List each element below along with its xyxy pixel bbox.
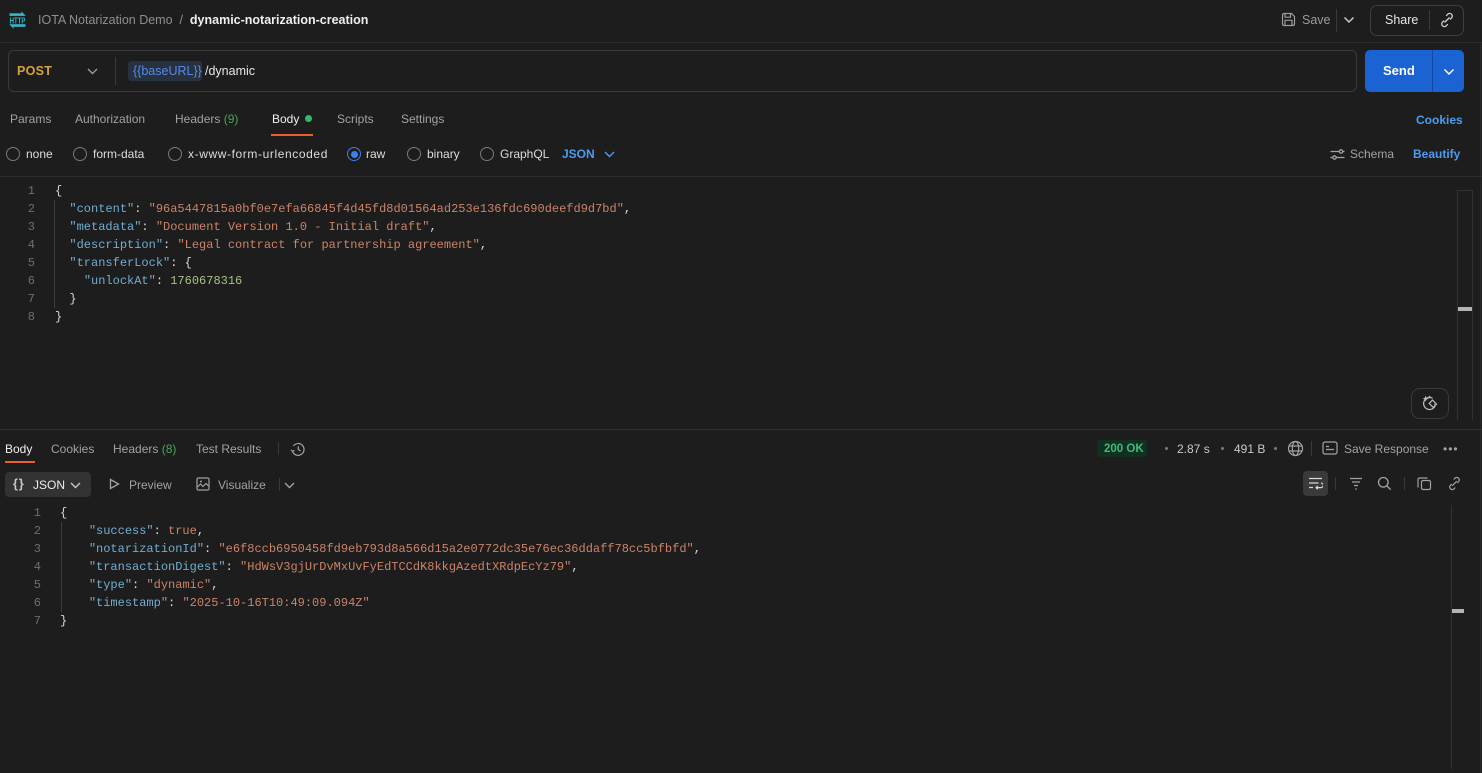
svg-text:HTTP: HTTP (10, 15, 26, 25)
